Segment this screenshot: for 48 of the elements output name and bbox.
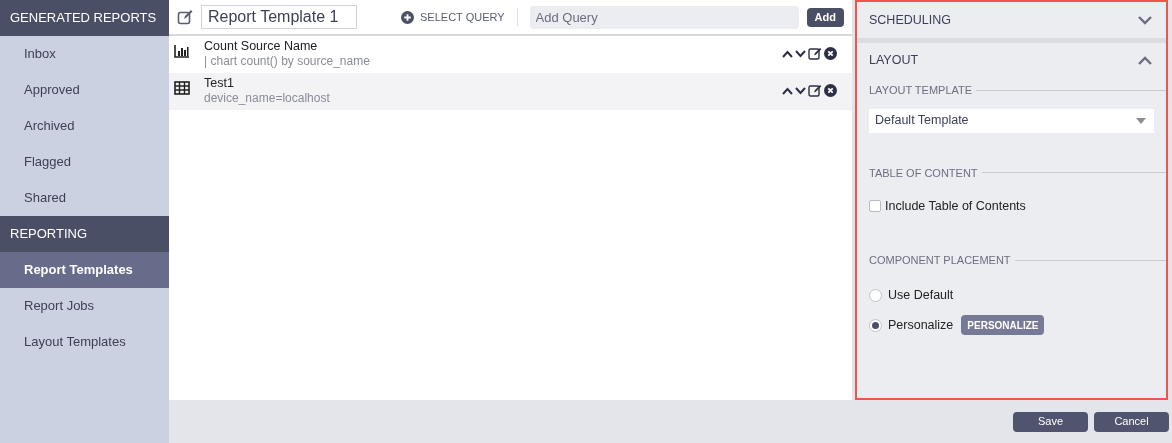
sidebar-item[interactable]: Layout Templates bbox=[0, 324, 169, 360]
section-header: GENERATED REPORTS bbox=[0, 0, 169, 36]
add-button[interactable]: Add bbox=[806, 7, 844, 27]
edit-icon[interactable] bbox=[808, 47, 822, 60]
sidebar-item[interactable]: Report Templates bbox=[0, 252, 169, 288]
edit-icon[interactable] bbox=[177, 9, 193, 25]
chevron-up-icon[interactable] bbox=[1138, 56, 1152, 65]
dropdown-arrow-icon bbox=[1136, 117, 1146, 124]
query-title: Test1 bbox=[204, 76, 235, 91]
section-header: REPORTING bbox=[0, 216, 169, 252]
sidebar-item[interactable]: Shared bbox=[0, 180, 169, 216]
section-header[interactable]: LAYOUT bbox=[857, 38, 1166, 78]
checkbox-label: Include Table of Contents bbox=[885, 198, 1026, 215]
query-text: | chart count() by source_name bbox=[204, 54, 371, 69]
move-up-icon[interactable] bbox=[782, 49, 793, 58]
query-text: device_name=localhost bbox=[204, 91, 331, 106]
save-button[interactable]: Save bbox=[1013, 411, 1088, 432]
template-name-field[interactable]: Report Template 1 bbox=[201, 5, 357, 29]
section-label: COMPONENT PLACEMENT bbox=[869, 252, 1011, 268]
sidebar-item[interactable]: Inbox bbox=[0, 36, 169, 72]
delete-icon[interactable] bbox=[824, 84, 837, 97]
select-query-button[interactable]: SELECT QUERY bbox=[401, 8, 505, 26]
query-title: Count Source Name bbox=[204, 39, 319, 54]
edit-icon[interactable] bbox=[808, 84, 822, 97]
query-field[interactable]: Add Query bbox=[529, 5, 799, 29]
move-down-icon[interactable] bbox=[795, 86, 806, 95]
section-label: LAYOUT TEMPLATE bbox=[869, 83, 973, 98]
bar-chart-icon bbox=[174, 44, 190, 58]
personalize-button[interactable]: PERSONALIZE bbox=[961, 315, 1045, 335]
delete-icon[interactable] bbox=[824, 47, 837, 60]
chevron-down-icon[interactable] bbox=[1138, 15, 1152, 25]
sidebar-item[interactable]: Approved bbox=[0, 72, 169, 108]
move-down-icon[interactable] bbox=[795, 49, 806, 58]
radio-label: Use Default bbox=[888, 287, 954, 305]
cancel-button[interactable]: Cancel bbox=[1094, 411, 1169, 432]
section-header[interactable]: SCHEDULING bbox=[857, 2, 1166, 38]
move-up-icon[interactable] bbox=[782, 86, 793, 95]
checkbox[interactable] bbox=[869, 200, 881, 213]
radio-label: Personalize bbox=[888, 316, 954, 334]
section-label: TABLE OF CONTENT bbox=[869, 165, 978, 181]
radio-button[interactable] bbox=[869, 318, 882, 332]
table-icon bbox=[174, 81, 190, 95]
layout-template-dropdown[interactable]: Default Template bbox=[869, 108, 1154, 133]
radio-button[interactable] bbox=[869, 289, 882, 303]
sidebar-item[interactable]: Archived bbox=[0, 108, 169, 144]
sidebar-item[interactable]: Flagged bbox=[0, 144, 169, 180]
plus-icon bbox=[401, 10, 414, 24]
sidebar-item[interactable]: Report Jobs bbox=[0, 288, 169, 324]
